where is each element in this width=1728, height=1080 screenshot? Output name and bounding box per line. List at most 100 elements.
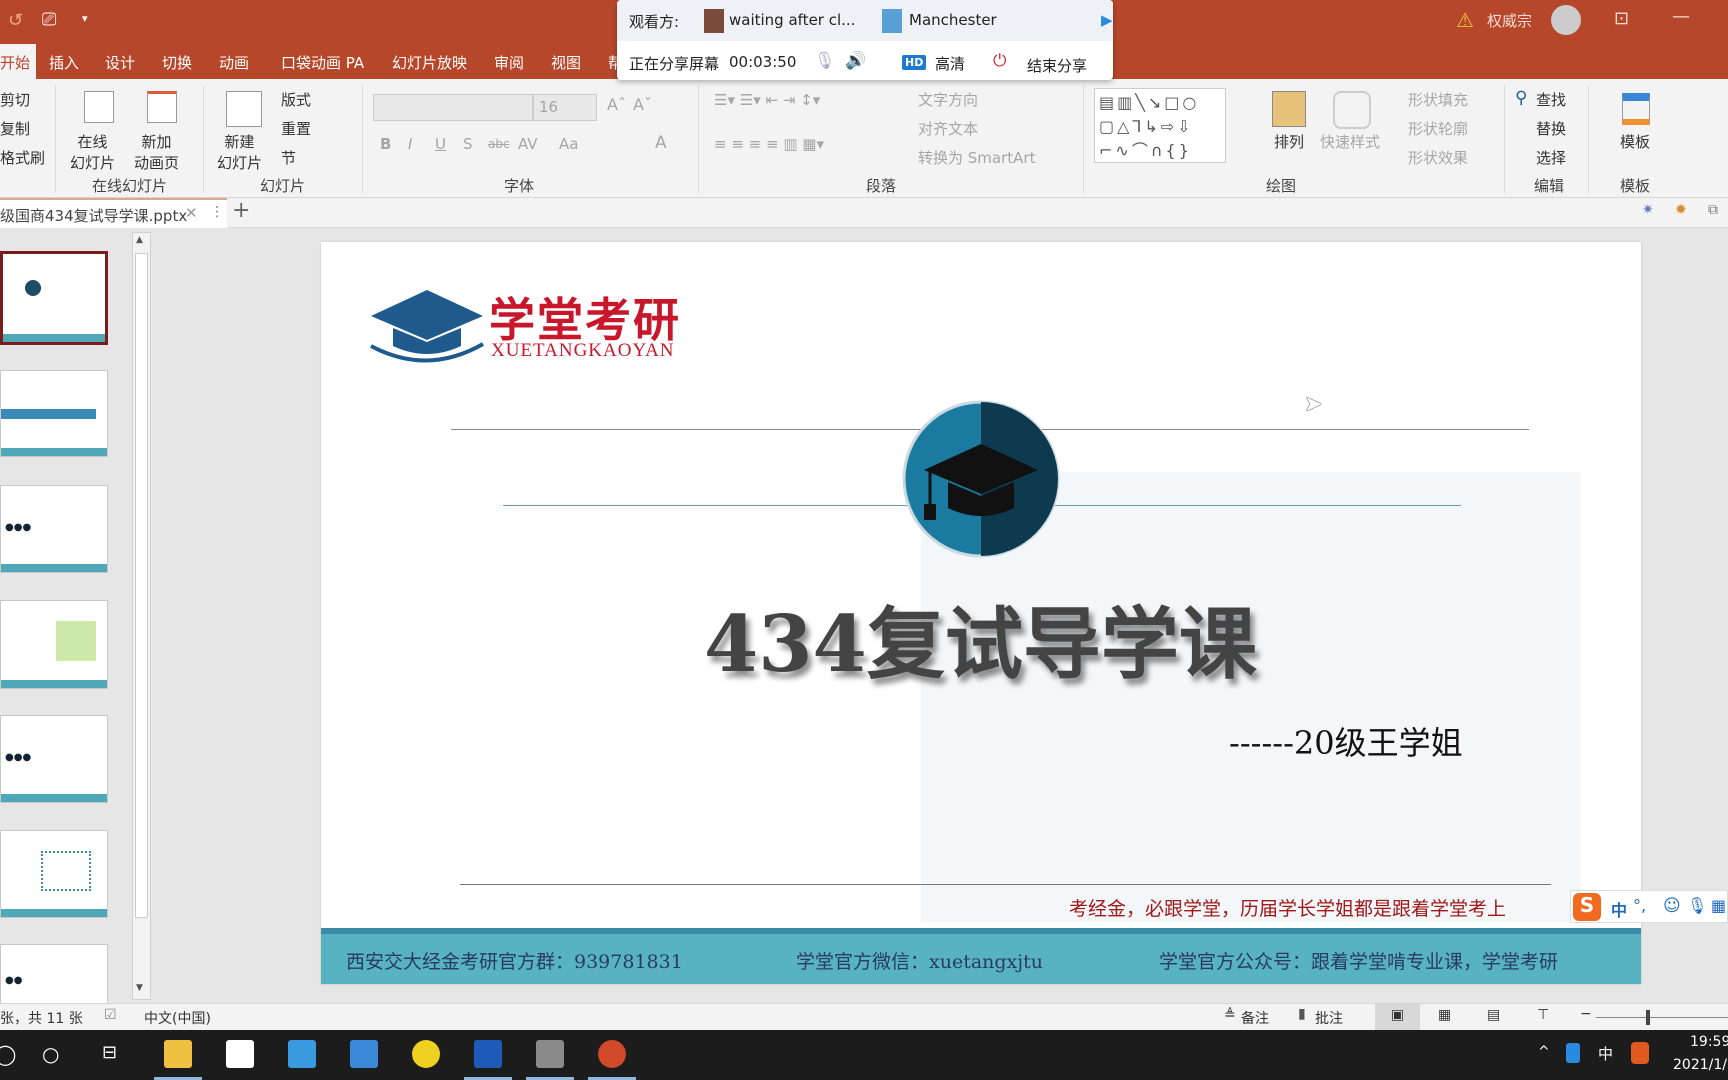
task-view-icon[interactable]: ⊟ [102,1042,117,1063]
shape-fill-button[interactable]: 形状填充 [1408,89,1468,110]
footer-official-account[interactable]: 学堂官方公众号：跟着学堂啃专业课，学堂考研 [1159,947,1558,974]
char-spacing-button[interactable]: AV [518,135,538,153]
reading-view-button[interactable]: ▤ [1487,1007,1500,1023]
tray-ime[interactable]: 中 [1598,1043,1613,1064]
underline-button[interactable]: U [435,135,446,153]
tab-slideshow[interactable]: 幻灯片放映 [392,52,467,73]
clock-time[interactable]: 19:59 [1690,1034,1728,1050]
shadow-button[interactable]: S [463,135,473,153]
music-app-icon[interactable] [412,1040,440,1068]
sogou-tray-icon[interactable] [1631,1042,1649,1064]
user-name[interactable]: 权威宗 [1487,10,1532,31]
font-size-select[interactable]: 16 [533,94,597,121]
slideshow-button[interactable]: ⊤ [1537,1007,1549,1023]
cortana-icon[interactable]: ○ [42,1042,59,1066]
document-tab[interactable]: 级国商434复试导学课.pptx ✕ ⋮ [0,198,227,228]
notes-button[interactable]: 备注 [1241,1008,1269,1028]
align-text-button[interactable]: 对齐文本 [918,118,978,139]
language-status[interactable]: 中文(中国) [144,1008,211,1028]
shape-outline-button[interactable]: 形状轮廓 [1408,118,1468,139]
tray-chevron-icon[interactable]: ^ [1538,1044,1550,1060]
thumbnail-scrollbar[interactable]: ▲ ▼ [132,232,151,1000]
online-slides-button[interactable]: 在线 幻灯片 [70,131,115,173]
text-direction-button[interactable]: 文字方向 [918,89,978,110]
ime-toolbar[interactable]: S 中 °, ☺ 🎙 ▦ [1570,890,1728,923]
end-share-button[interactable]: 结束分享 [1027,55,1087,76]
addin-icon[interactable]: ✷ [1642,202,1654,218]
tab-transitions[interactable]: 切换 [162,52,192,73]
warning-icon[interactable]: ⚠ [1456,8,1474,32]
toolbox-icon[interactable]: ▦ [1711,896,1726,915]
slide-thumbnail[interactable]: ●●● [0,485,108,573]
slide-thumbnail[interactable] [0,370,108,457]
window-icon[interactable]: ⧉ [1708,202,1718,218]
reset-button[interactable]: 重置 [281,118,311,139]
tab-insert[interactable]: 插入 [49,52,79,73]
format-painter-button[interactable]: 格式刷 [0,147,45,168]
quick-styles-button[interactable]: 快速样式 [1320,131,1380,152]
slide-thumbnail[interactable] [0,251,108,345]
comments-button[interactable]: 批注 [1315,1008,1343,1028]
microphone-icon[interactable]: 🎙 [814,51,836,71]
strikethrough-button[interactable]: abc [488,137,510,151]
slide-thumbnail[interactable] [0,600,108,689]
file-explorer-icon[interactable] [164,1040,192,1068]
grow-font-icon[interactable]: Aˆ [607,95,626,114]
tab-home[interactable]: 开始 [0,44,37,79]
minimize-button[interactable]: — [1672,6,1690,27]
search-icon[interactable]: ◯ [0,1042,16,1066]
smartart-button[interactable]: 转换为 SmartArt [918,147,1035,168]
hd-badge[interactable]: HD [902,55,927,70]
bullets-icon[interactable]: ☰▾ ☰▾ ⇤ ⇥ ↕▾ [714,91,820,109]
copy-button[interactable]: 复制 [0,118,30,139]
shrink-font-icon[interactable]: Aˇ [633,95,652,114]
sogou-logo-icon[interactable]: S [1573,893,1601,921]
settings-icon[interactable]: ✹ [1675,202,1687,218]
undo-icon[interactable]: ↺ [8,10,23,31]
tab-pocket-animation[interactable]: 口袋动画 PA [281,52,364,73]
power-icon[interactable]: ⏻ [993,51,1006,71]
zoom-slider-thumb[interactable] [1646,1010,1650,1025]
zoom-slider[interactable] [1596,1017,1728,1018]
font-color-button[interactable]: A [655,133,667,153]
ribbon-display-icon[interactable]: ⊡ [1614,8,1629,29]
shape-effects-button[interactable]: 形状效果 [1408,147,1468,168]
slide-thumbnail[interactable]: ●● [0,944,108,1004]
bold-button[interactable]: B [380,135,391,153]
slide-canvas[interactable]: 学堂考研 XUETANGKAOYAN 434复试导学课 ------20级王学姐… [321,242,1641,984]
tray-app-icon[interactable] [1566,1043,1580,1063]
find-button[interactable]: 查找 [1536,89,1566,110]
quality-label[interactable]: 高清 [935,53,965,74]
slide-sorter-button[interactable]: ▦ [1438,1007,1451,1023]
viewer-name[interactable]: Manchester [909,11,997,29]
footer-qq-group[interactable]: 西安交大经金考研官方群：939781831 [346,947,683,974]
footer-wechat[interactable]: 学堂官方微信：xuetangxjtu [796,947,1043,974]
add-animation-page-button[interactable]: 新加 动画页 [134,131,179,173]
ime-mode[interactable]: 中 [1611,897,1627,921]
template-button[interactable]: 模板 [1620,131,1650,152]
customize-qat-icon[interactable]: ▾ [82,12,88,25]
ime-punct[interactable]: °, [1633,896,1646,915]
avatar[interactable] [1551,5,1581,35]
more-icon[interactable]: ⋮ [210,204,224,220]
slide-thumbnail[interactable]: ●●● [0,715,108,803]
tab-view[interactable]: 视图 [551,52,581,73]
viewer-name[interactable]: waiting after cl... [729,11,855,29]
emoji-icon[interactable]: ☺ [1663,896,1681,916]
close-icon[interactable]: ✕ [185,204,198,222]
tab-animations[interactable]: 动画 [219,52,249,73]
select-button[interactable]: 选择 [1536,147,1566,168]
chevron-right-icon[interactable]: ▶ [1101,11,1113,29]
word-icon[interactable] [474,1040,502,1068]
scroll-down-icon[interactable]: ▼ [136,983,143,993]
font-name-select[interactable] [373,94,533,121]
new-tab-button[interactable]: + [232,198,250,223]
voice-icon[interactable]: 🎙 [1687,896,1707,915]
zoom-out-button[interactable]: − [1580,1006,1592,1022]
new-slide-button[interactable]: 新建 幻灯片 [217,131,262,173]
replace-button[interactable]: 替换 [1536,118,1566,139]
scrollbar-thumb[interactable] [135,253,148,918]
slide-subtitle[interactable]: ------20级王学姐 [1229,718,1463,764]
photo-app-icon[interactable] [536,1040,564,1068]
align-icons[interactable]: ≡ ≡ ≡ ≡ ▥ ▦▾ [714,135,824,153]
